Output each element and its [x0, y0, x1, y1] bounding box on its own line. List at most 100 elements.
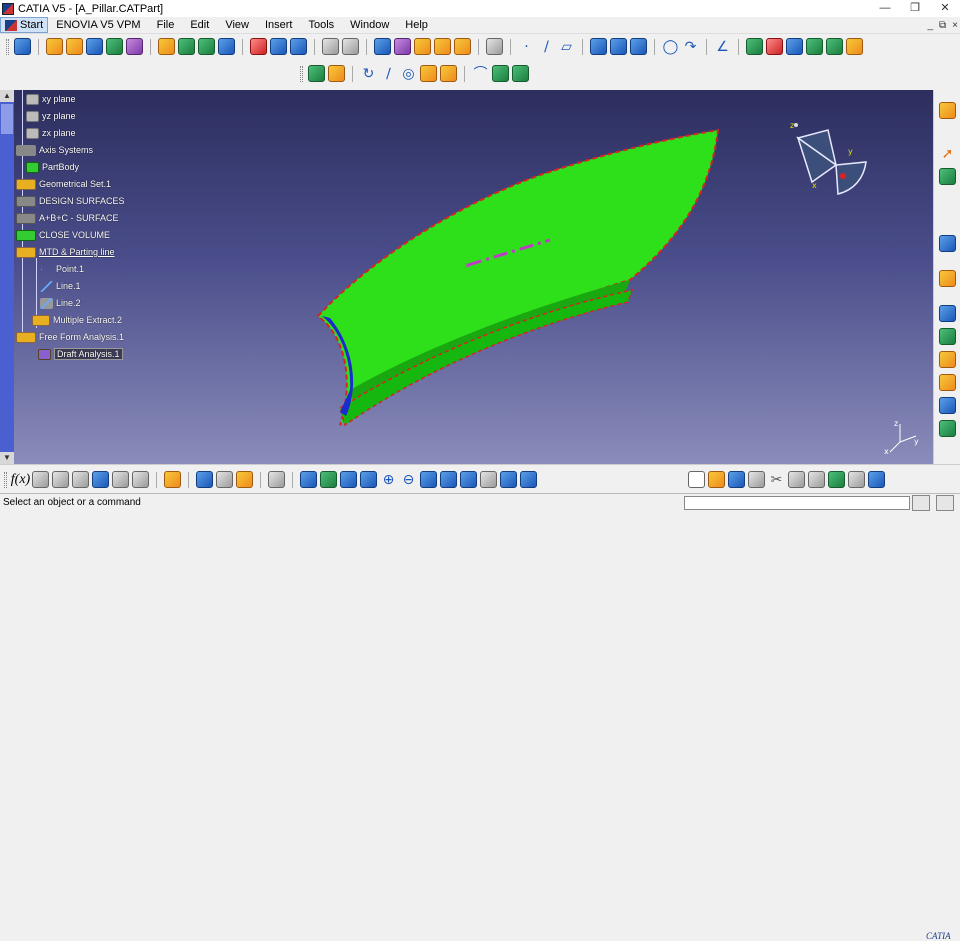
- pattern-icon[interactable]: [394, 38, 411, 55]
- feature-tool-icon[interactable]: [939, 168, 956, 185]
- law-icon[interactable]: [512, 65, 529, 82]
- sweep-icon[interactable]: [198, 38, 215, 55]
- spine-icon[interactable]: [420, 65, 437, 82]
- rotate-view-icon[interactable]: [360, 471, 377, 488]
- table-icon[interactable]: [72, 471, 89, 488]
- translate-icon[interactable]: [374, 38, 391, 55]
- tree-node-yz-plane[interactable]: yz plane: [26, 108, 76, 124]
- hide-show-icon[interactable]: [500, 471, 517, 488]
- connect-icon[interactable]: [939, 351, 956, 368]
- corner-icon[interactable]: ∠: [714, 38, 731, 55]
- curve-icon[interactable]: [590, 38, 607, 55]
- apply-icon[interactable]: [132, 471, 149, 488]
- conic-icon[interactable]: ↷: [682, 38, 699, 55]
- join-icon[interactable]: [250, 38, 267, 55]
- bulb-icon[interactable]: [52, 471, 69, 488]
- doc-close-button[interactable]: ×: [952, 17, 958, 34]
- tree-node-multiple-extract-2[interactable]: Multiple Extract.2: [32, 312, 122, 328]
- knowledge-icon[interactable]: [32, 471, 49, 488]
- isoparametric-icon[interactable]: [440, 65, 457, 82]
- healing-icon[interactable]: [270, 38, 287, 55]
- tree-node-partbody[interactable]: PartBody: [26, 159, 79, 175]
- tree-node-xy-plane[interactable]: xy plane: [26, 91, 76, 107]
- close-button[interactable]: ✕: [930, 0, 960, 17]
- update-icon[interactable]: [268, 471, 285, 488]
- tree-node-line-2[interactable]: Line.2: [40, 295, 81, 311]
- point-icon[interactable]: ·: [518, 38, 535, 55]
- cube-icon[interactable]: [492, 65, 509, 82]
- tree-node-zx-plane[interactable]: zx plane: [26, 125, 76, 141]
- tree-node-close-volume[interactable]: CLOSE VOLUME: [16, 227, 110, 243]
- save-icon[interactable]: [728, 471, 745, 488]
- toolbar-grip[interactable]: [300, 65, 303, 82]
- point-tool-icon[interactable]: [46, 38, 63, 55]
- tree-node-line-1[interactable]: Line.1: [40, 278, 81, 294]
- minimize-button[interactable]: —: [870, 0, 900, 17]
- part-design-icon[interactable]: [14, 38, 31, 55]
- circle-icon[interactable]: ◯: [662, 38, 679, 55]
- maximize-button[interactable]: ❐: [900, 0, 930, 17]
- copy-icon[interactable]: [788, 471, 805, 488]
- 3d-viewport[interactable]: × z y x z y x ▲ ▼ xy plane yz plane zx p…: [0, 90, 933, 464]
- pan-icon[interactable]: [340, 471, 357, 488]
- tree-node-free-form-analysis-1[interactable]: Free Form Analysis.1: [16, 329, 124, 345]
- menu-edit[interactable]: Edit: [182, 17, 217, 34]
- doc-restore-button[interactable]: ⧉: [939, 17, 946, 34]
- doc-minimize-button[interactable]: _: [927, 17, 933, 34]
- catalog-icon[interactable]: [92, 471, 109, 488]
- material-icon[interactable]: [164, 471, 181, 488]
- tree-node-abc-surface[interactable]: A+B+C - SURFACE: [16, 210, 119, 226]
- zoom-in-icon[interactable]: ⊕: [380, 471, 397, 488]
- new-file-icon[interactable]: [688, 471, 705, 488]
- stack-icon[interactable]: [939, 270, 956, 287]
- boundary-icon[interactable]: [746, 38, 763, 55]
- plane-icon[interactable]: ▱: [558, 38, 575, 55]
- tree-node-geometrical-set-1[interactable]: Geometrical Set.1: [16, 176, 111, 192]
- line-tool-icon[interactable]: [66, 38, 83, 55]
- whats-this-icon[interactable]: [868, 471, 885, 488]
- shading-icon[interactable]: [480, 471, 497, 488]
- menu-window[interactable]: Window: [342, 17, 397, 34]
- flip-icon[interactable]: [939, 397, 956, 414]
- toolbar-grip[interactable]: [4, 471, 7, 488]
- zoom-out-icon[interactable]: ⊖: [400, 471, 417, 488]
- offset-icon[interactable]: [766, 38, 783, 55]
- menu-file[interactable]: File: [149, 17, 183, 34]
- scroll-down-icon[interactable]: ▼: [0, 452, 14, 464]
- extract-tool-icon[interactable]: [290, 38, 307, 55]
- fill-icon[interactable]: [218, 38, 235, 55]
- print-icon[interactable]: [748, 471, 765, 488]
- tree-node-mtd-parting-line[interactable]: MTD & Parting line: [16, 244, 115, 260]
- menu-tools[interactable]: Tools: [300, 17, 342, 34]
- multi-section-icon[interactable]: [786, 38, 803, 55]
- cylinder-icon[interactable]: [328, 65, 345, 82]
- extrude-icon[interactable]: [158, 38, 175, 55]
- symmetry-icon[interactable]: [434, 38, 451, 55]
- line-icon[interactable]: /: [538, 38, 555, 55]
- spiral-icon[interactable]: ◎: [400, 65, 417, 82]
- toolbar-grip[interactable]: [6, 38, 9, 55]
- trim-icon[interactable]: [342, 38, 359, 55]
- blend-right-icon[interactable]: [939, 420, 956, 437]
- command-power-icon[interactable]: [936, 495, 954, 511]
- scaling-icon[interactable]: [454, 38, 471, 55]
- undo-icon[interactable]: [828, 471, 845, 488]
- menu-insert[interactable]: Insert: [257, 17, 301, 34]
- blend-icon[interactable]: [806, 38, 823, 55]
- multi-view-icon[interactable]: [440, 471, 457, 488]
- scroll-up-icon[interactable]: ▲: [0, 90, 14, 102]
- redo-icon[interactable]: [848, 471, 865, 488]
- tree-node-design-surfaces[interactable]: DESIGN SURFACES: [16, 193, 125, 209]
- tree-scrollbar[interactable]: ▲ ▼: [0, 90, 14, 464]
- hand-icon[interactable]: [486, 38, 503, 55]
- menu-enovia[interactable]: ENOVIA V5 VPM: [48, 17, 148, 34]
- fit-all-icon[interactable]: [320, 471, 337, 488]
- iso-view-icon[interactable]: [460, 471, 477, 488]
- menu-help[interactable]: Help: [397, 17, 436, 34]
- menu-start[interactable]: Start: [0, 17, 49, 33]
- compass-widget[interactable]: z y x: [788, 120, 868, 200]
- analysis-tool-icon[interactable]: [939, 102, 956, 119]
- tree-node-draft-analysis-1[interactable]: Draft Analysis.1: [38, 346, 123, 362]
- bend-icon[interactable]: [939, 374, 956, 391]
- spline-icon[interactable]: [610, 38, 627, 55]
